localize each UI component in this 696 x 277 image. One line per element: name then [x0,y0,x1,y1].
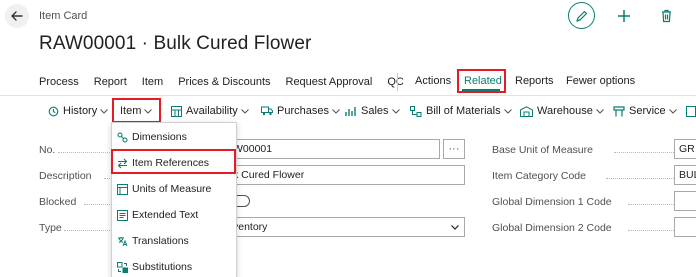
field-dots [614,152,674,153]
trash-icon [661,9,671,23]
global-dim-1-field[interactable] [674,191,696,211]
new-button[interactable] [613,5,635,27]
type-select[interactable]: ventory [228,217,465,237]
field-label-item-category: Item Category Code [492,170,586,182]
history-icon [48,106,59,116]
field-dots [628,204,674,205]
arrow-left-icon [11,11,23,21]
pencil-icon [575,10,587,22]
field-label-global-dim-2: Global Dimension 2 Code [492,222,612,234]
menu-item-label: Units of Measure [132,183,212,195]
action-report[interactable]: Report [94,76,127,88]
menu-item-substitutions[interactable]: Substitutions [112,257,236,277]
text-icon [117,209,128,221]
translate-icon [118,236,128,246]
field-dots [628,230,674,231]
toolbar-more[interactable] [686,102,696,120]
action-prices-discounts[interactable]: Prices & Discounts [178,76,270,88]
field-dots [606,178,674,179]
toolbar-availability[interactable]: Availability [171,102,249,120]
item-menu-highlight-box [112,98,161,123]
action-reports[interactable]: Reports [515,75,554,87]
action-actions[interactable]: Actions [415,75,451,87]
toolbar-availability-label: Availability [186,105,238,117]
toolbar-purchases-label: Purchases [277,105,329,117]
type-select-value: ventory [233,221,268,233]
related-toolbar: History Item Availability Purchases Sale… [0,96,696,126]
toolbar-warehouse[interactable]: Warehouse [520,102,604,120]
action-item[interactable]: Item [142,76,163,88]
related-active-underline [462,89,500,91]
chevron-down-icon [332,108,340,114]
field-label-type: Type [39,222,62,234]
warehouse-icon [520,105,533,117]
service-icon [613,105,625,116]
overflow-icon [686,105,696,117]
field-label-blocked: Blocked [39,196,77,208]
menu-item-units-of-measure[interactable]: Units of Measure [112,179,236,199]
page-title: RAW00001 · Bulk Cured Flower [39,33,312,54]
chevron-down-icon [668,108,677,114]
field-label-base-uom: Base Unit of Measure [492,144,593,156]
dimensions-icon [117,132,128,142]
bom-icon [410,105,422,117]
page-caption: Item Card [39,10,88,22]
base-uom-field[interactable]: GR [674,139,696,159]
menu-item-label: Substitutions [132,261,193,273]
action-fewer-options[interactable]: Fewer options [566,75,635,87]
chevron-down-icon [451,225,459,230]
action-bar: Process Report Item Prices & Discounts R… [39,74,419,90]
sales-icon [345,106,356,116]
no-assist-button[interactable]: ··· [443,139,465,159]
delete-button[interactable] [655,5,677,27]
menu-item-dimensions[interactable]: Dimensions [112,127,236,147]
menu-item-translations[interactable]: Translations [112,231,236,251]
toolbar-sales[interactable]: Sales [345,102,400,120]
toolbar-warehouse-label: Warehouse [537,105,593,117]
chevron-down-icon [100,108,109,114]
item-category-field[interactable]: BULI [674,165,696,185]
field-label-no: No. [39,144,56,156]
chevron-down-icon [595,108,604,114]
units-of-measure-icon [117,183,128,195]
substitutions-icon [117,261,128,273]
toolbar-bill-of-materials[interactable]: Bill of Materials [410,102,512,120]
back-button[interactable] [5,4,29,28]
menu-item-label: Translations [132,235,189,247]
item-references-highlight-box [111,149,236,174]
chevron-down-icon [240,108,249,114]
field-label-global-dim-1: Global Dimension 1 Code [492,196,612,208]
availability-icon [171,105,182,117]
toolbar-purchases[interactable]: Purchases [261,102,340,120]
toolbar-bom-label: Bill of Materials [426,105,501,117]
action-bar-separator [397,73,398,91]
chevron-down-icon [391,108,400,114]
menu-item-label: Dimensions [132,131,187,143]
action-qc[interactable]: QC [387,76,404,88]
toolbar-service[interactable]: Service [613,102,677,120]
item-dropdown-menu: Dimensions Item References Units of Meas… [111,122,237,277]
chevron-down-icon [503,108,512,114]
menu-item-label: Extended Text [132,209,199,221]
action-request-approval[interactable]: Request Approval [286,76,373,88]
no-field[interactable]: W00001 [228,139,440,159]
toolbar-history[interactable]: History [48,102,109,120]
truck-icon [261,106,273,116]
global-dim-2-field[interactable] [674,217,696,237]
action-process[interactable]: Process [39,76,79,88]
action-related[interactable]: Related [464,75,502,87]
edit-button[interactable] [568,2,595,29]
toolbar-sales-label: Sales [361,105,389,117]
description-field[interactable]: k Cured Flower [228,165,465,185]
toolbar-history-label: History [63,105,98,117]
menu-item-extended-text[interactable]: Extended Text [112,205,236,225]
plus-icon [618,10,630,22]
field-label-description: Description [39,170,92,182]
toolbar-service-label: Service [629,105,666,117]
